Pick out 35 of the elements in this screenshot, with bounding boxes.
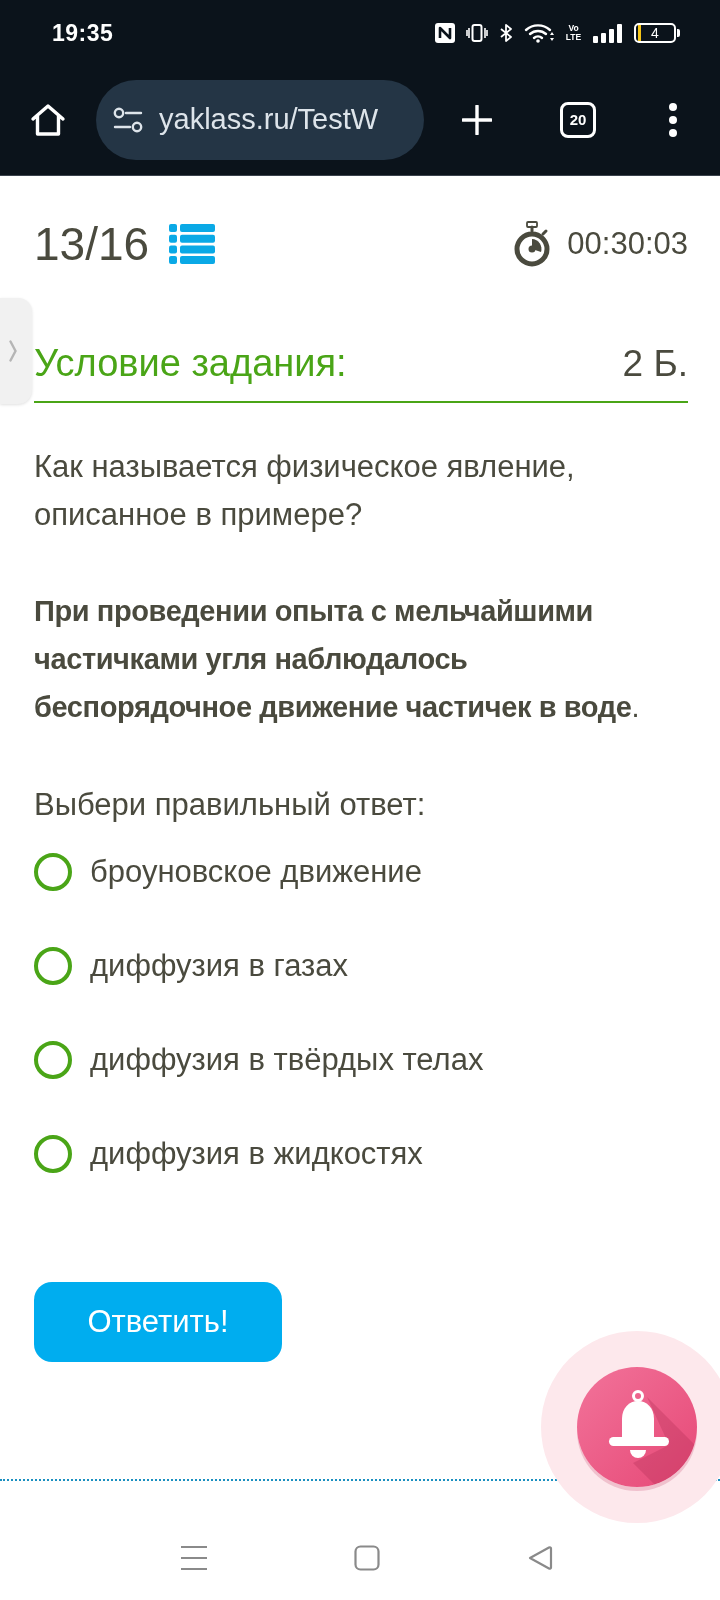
- clock-time: 19:35: [52, 19, 114, 47]
- option-label[interactable]: броуновское движение: [90, 854, 422, 890]
- address-bar[interactable]: yaklass.ru/TestW: [96, 79, 424, 160]
- stopwatch-icon: [513, 221, 552, 267]
- radio-button[interactable]: [34, 1135, 72, 1173]
- points-label: 2 Б.: [622, 342, 688, 386]
- nfc-icon: [435, 23, 455, 43]
- chevron-right-icon: [9, 340, 17, 362]
- volte-indicator: Vo LTE: [565, 24, 582, 42]
- radio-button[interactable]: [34, 1041, 72, 1079]
- tab-switcher-button[interactable]: 20: [560, 101, 596, 138]
- example-text: При проведении опыта с мельчайшими частичками угля наблюдалось беспорядочное движение частичек в воде.: [34, 594, 641, 725]
- recent-apps-icon[interactable]: [179, 1544, 208, 1571]
- option-label[interactable]: диффузия в твёрдых телах: [90, 1042, 484, 1078]
- section-heading: Условие задания:: [34, 341, 347, 386]
- plus-icon: [462, 104, 492, 135]
- more-options-icon[interactable]: [666, 101, 680, 138]
- new-tab-button[interactable]: [462, 104, 492, 135]
- answer-prompt: Выбери правильный ответ:: [34, 786, 427, 824]
- radio-button[interactable]: [34, 947, 72, 985]
- option-label[interactable]: диффузия в газах: [90, 948, 349, 984]
- question-text: Как называется физическое явление, описанное в примере?: [34, 448, 576, 534]
- bluetooth-icon: [499, 23, 513, 43]
- question-counter: 13/16: [34, 217, 150, 272]
- wifi-icon: [524, 23, 554, 43]
- option-label[interactable]: диффузия в жидкостях: [90, 1136, 423, 1172]
- question-list-icon[interactable]: [169, 224, 216, 264]
- timer-text: 00:30:03: [567, 226, 688, 262]
- site-settings-icon[interactable]: [113, 106, 143, 133]
- signal-icon: [593, 23, 623, 43]
- back-icon[interactable]: [526, 1544, 553, 1571]
- vibrate-icon: [466, 23, 488, 43]
- home-icon[interactable]: [30, 101, 66, 138]
- radio-button[interactable]: [34, 853, 72, 891]
- home-square-icon[interactable]: [353, 1544, 380, 1571]
